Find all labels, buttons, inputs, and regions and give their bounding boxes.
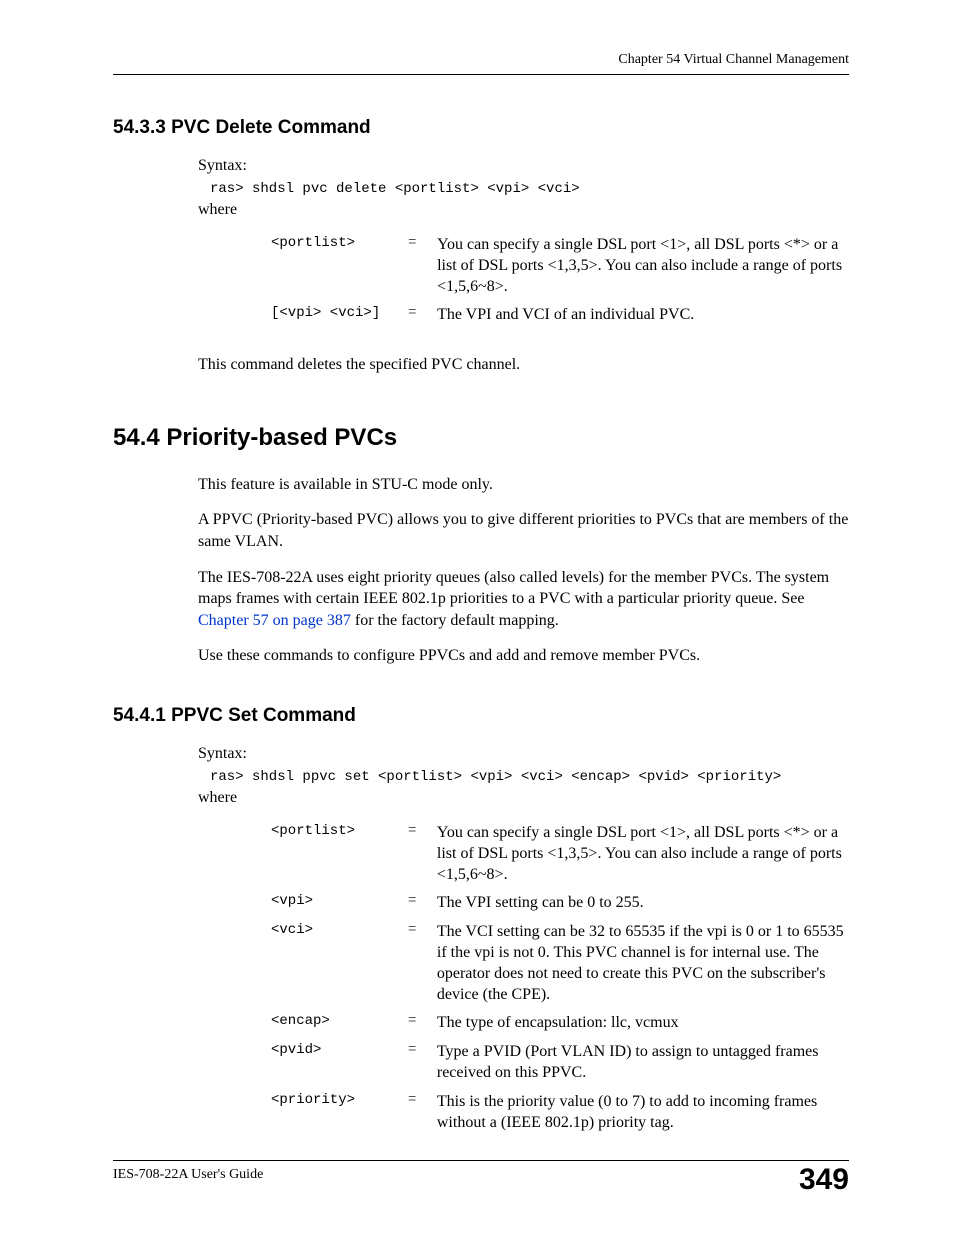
equals-icon: = [408,235,437,305]
equals-icon: = [408,1013,437,1042]
param-name: [<vpi> <vci>] [271,305,408,334]
table-row: <vci> = The VCI setting can be 32 to 655… [271,922,849,1013]
page-footer: IES-708-22A User's Guide 349 [113,1160,849,1197]
text-run: for the factory default mapping. [351,612,559,629]
equals-icon: = [408,305,437,334]
syntax-label: Syntax: [198,157,849,175]
param-name: <priority> [271,1092,408,1142]
table-row: <vpi> = The VPI setting can be 0 to 255. [271,893,849,922]
cross-reference-link[interactable]: Chapter 57 on page 387 [198,612,351,629]
body-paragraph: This feature is available in STU-C mode … [198,474,849,496]
param-desc: This is the priority value (0 to 7) to a… [437,1092,849,1142]
equals-icon: = [408,1042,437,1092]
table-row: <portlist> = You can specify a single DS… [271,823,849,893]
table-row: <priority> = This is the priority value … [271,1092,849,1142]
param-name: <vpi> [271,893,408,922]
param-table-5441: <portlist> = You can specify a single DS… [271,823,849,1141]
param-desc: You can specify a single DSL port <1>, a… [437,823,849,893]
table-row: <portlist> = You can specify a single DS… [271,235,849,305]
text-run: The IES-708-22A uses eight priority queu… [198,569,829,608]
body-paragraph: This command deletes the specified PVC c… [198,354,849,376]
where-label: where [198,789,849,807]
param-name: <portlist> [271,235,408,305]
page-number: 349 [799,1163,849,1197]
param-desc: The type of encapsulation: llc, vcmux [437,1013,849,1042]
param-name: <encap> [271,1013,408,1042]
equals-icon: = [408,823,437,893]
heading-54-4: 54.4 Priority-based PVCs [113,424,849,452]
param-desc: Type a PVID (Port VLAN ID) to assign to … [437,1042,849,1092]
param-table-5433: <portlist> = You can specify a single DS… [271,235,849,334]
table-row: <encap> = The type of encapsulation: llc… [271,1013,849,1042]
syntax-label: Syntax: [198,745,849,763]
param-name: <vci> [271,922,408,1013]
footer-guide-title: IES-708-22A User's Guide [113,1167,263,1183]
body-paragraph: Use these commands to configure PPVCs an… [198,645,849,667]
command-line: ras> shdsl ppvc set <portlist> <vpi> <vc… [210,769,849,785]
param-name: <portlist> [271,823,408,893]
equals-icon: = [408,893,437,922]
heading-54-4-1: 54.4.1 PPVC Set Command [113,705,849,727]
body-paragraph: A PPVC (Priority-based PVC) allows you t… [198,509,849,552]
page-header: Chapter 54 Virtual Channel Management [113,52,849,75]
param-desc: You can specify a single DSL port <1>, a… [437,235,849,305]
heading-54-3-3: 54.3.3 PVC Delete Command [113,117,849,139]
equals-icon: = [408,1092,437,1142]
param-name: <pvid> [271,1042,408,1092]
param-desc: The VCI setting can be 32 to 65535 if th… [437,922,849,1013]
table-row: [<vpi> <vci>] = The VPI and VCI of an in… [271,305,849,334]
param-desc: The VPI setting can be 0 to 255. [437,893,849,922]
chapter-label: Chapter 54 Virtual Channel Management [618,52,849,67]
where-label: where [198,201,849,219]
body-paragraph: The IES-708-22A uses eight priority queu… [198,567,849,632]
table-row: <pvid> = Type a PVID (Port VLAN ID) to a… [271,1042,849,1092]
equals-icon: = [408,922,437,1013]
param-desc: The VPI and VCI of an individual PVC. [437,305,849,334]
command-line: ras> shdsl pvc delete <portlist> <vpi> <… [210,181,849,197]
